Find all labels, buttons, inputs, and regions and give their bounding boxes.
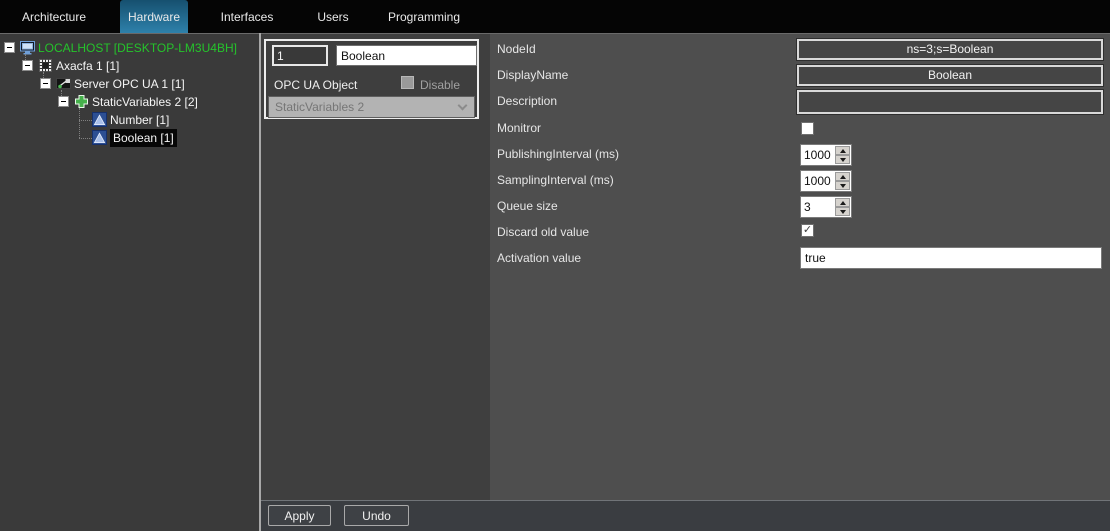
property-label-activation-value: Activation value: [497, 251, 582, 265]
description-field[interactable]: [797, 90, 1103, 114]
monitror-checkbox[interactable]: [801, 122, 814, 135]
tree-row-number[interactable]: Number [1]: [0, 111, 259, 129]
tree-node-label: LOCALHOST [DESKTOP-LM3U4BH]: [38, 41, 237, 55]
spinner-up-button[interactable]: [835, 146, 850, 155]
property-label-samplinginterval-ms: SamplingInterval (ms): [497, 173, 614, 187]
tree-node-label: StaticVariables 2 [2]: [92, 95, 198, 109]
tab-users[interactable]: Users: [305, 0, 361, 33]
properties-panel: NodeId ns=3;s=Boolean DisplayName Boolean De…: [490, 33, 1110, 500]
queue-size-spinner: [800, 196, 852, 218]
tab-programming[interactable]: Programming: [379, 0, 469, 33]
property-label-publishinginterval-ms: PublishingInterval (ms): [497, 147, 620, 161]
collapse-toggle-icon[interactable]: [22, 60, 33, 71]
tree-row-staticvariables-2[interactable]: StaticVariables 2 [2]: [0, 93, 259, 111]
tree-row-server-opc-ua-1[interactable]: Server OPC UA 1 [1]: [0, 75, 259, 93]
disable-label: Disable: [420, 78, 461, 92]
hardware-tree-panel: LOCALHOST [DESKTOP-LM3U4BH] Axacfa 1 [1] S…: [0, 33, 259, 531]
tab-architecture[interactable]: Architecture: [8, 0, 100, 33]
collapse-toggle-icon[interactable]: [4, 42, 15, 53]
activation-value-input[interactable]: [800, 247, 1102, 269]
spinner-buttons: [835, 172, 850, 190]
monitor-icon: [20, 40, 35, 55]
object-panel: OPC UA Object Disable StaticVariables 2: [261, 33, 490, 500]
spinner-buttons: [835, 146, 850, 164]
queue-size-input[interactable]: [801, 197, 835, 217]
property-label-nodeid: NodeId: [497, 42, 536, 56]
tab-hardware[interactable]: Hardware: [120, 0, 188, 33]
displayname-field[interactable]: Boolean: [797, 65, 1103, 86]
spinner-down-button[interactable]: [835, 181, 850, 190]
opcua-server-icon: [56, 76, 71, 91]
parent-object-select[interactable]: StaticVariables 2: [268, 96, 475, 118]
nodeid-field[interactable]: ns=3;s=Boolean: [797, 39, 1103, 60]
property-label-discard-old-value: Discard old value: [497, 225, 590, 239]
property-label-monitror: Monitror: [497, 121, 542, 135]
action-bar: Apply Undo: [261, 500, 1110, 531]
collapse-toggle-icon[interactable]: [58, 96, 69, 107]
discard-old-value-checkbox[interactable]: ✓: [801, 224, 814, 237]
collapse-toggle-icon[interactable]: [40, 78, 51, 89]
plc-icon: [38, 58, 53, 73]
top-tab-bar: Architecture Hardware Interfaces Users Progr…: [0, 0, 1110, 33]
undo-button[interactable]: Undo: [344, 505, 409, 526]
tree-node-label: Axacfa 1 [1]: [56, 59, 120, 73]
variable-icon: [92, 130, 107, 145]
variable-icon: [92, 112, 107, 127]
publishinginterval-ms-spinner: [800, 144, 852, 166]
tree-row-boolean[interactable]: Boolean [1]: [0, 129, 259, 147]
tab-interfaces[interactable]: Interfaces: [205, 0, 289, 33]
tree-node-label: Server OPC UA 1 [1]: [74, 77, 185, 91]
spinner-buttons: [835, 198, 850, 216]
variables-group-icon: [74, 94, 89, 109]
spinner-up-button[interactable]: [835, 198, 850, 207]
property-label-displayname: DisplayName: [497, 68, 569, 82]
spinner-down-button[interactable]: [835, 207, 850, 216]
tree-node-label: Number [1]: [110, 113, 170, 127]
apply-button[interactable]: Apply: [268, 505, 331, 526]
object-type-label: OPC UA Object: [274, 78, 358, 92]
samplinginterval-ms-input[interactable]: [801, 171, 835, 191]
samplinginterval-ms-spinner: [800, 170, 852, 192]
object-config-box: OPC UA Object Disable StaticVariables 2: [264, 39, 479, 119]
chevron-down-icon: [457, 100, 468, 111]
publishinginterval-ms-input[interactable]: [801, 145, 835, 165]
tree-node-label: Boolean [1]: [110, 129, 177, 147]
spinner-up-button[interactable]: [835, 172, 850, 181]
tree-row-localhost[interactable]: LOCALHOST [DESKTOP-LM3U4BH]: [0, 39, 259, 57]
parent-object-value: StaticVariables 2: [275, 100, 365, 114]
disable-checkbox[interactable]: [401, 76, 414, 89]
property-label-queue-size: Queue size: [497, 199, 558, 213]
spinner-down-button[interactable]: [835, 155, 850, 164]
object-index-input[interactable]: [272, 45, 328, 66]
property-label-description: Description: [497, 94, 558, 108]
tree-row-axacfa-1[interactable]: Axacfa 1 [1]: [0, 57, 259, 75]
object-name-input[interactable]: [336, 45, 477, 66]
